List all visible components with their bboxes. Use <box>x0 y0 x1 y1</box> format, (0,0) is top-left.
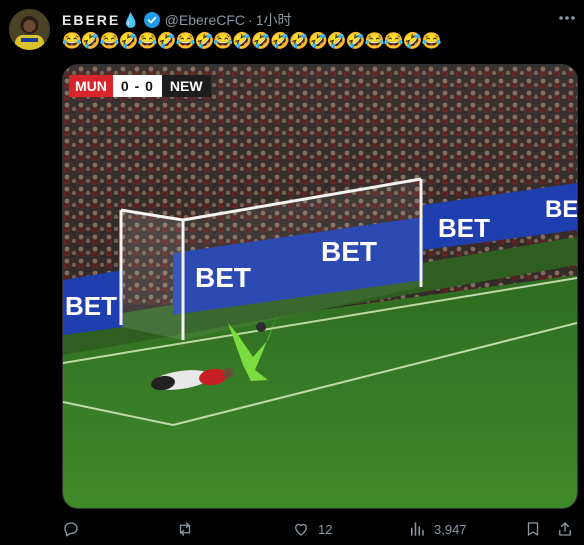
scoreboard-home: MUN <box>69 75 113 97</box>
scoreboard-score: 0 - 0 <box>112 75 162 97</box>
share-icon <box>559 522 571 536</box>
tweet-text: 😂🤣😂🤣😂🤣😂🤣😂🤣🤣🤣🤣🤣🤣🤣😂😂🤣😂 <box>62 33 441 50</box>
ad-board-2: BET <box>195 262 251 293</box>
separator: · <box>248 12 253 28</box>
handle[interactable]: @EbereCFC <box>165 12 245 28</box>
tweet-header: EBERE 💧 @EbereCFC · 1小时 <box>62 10 291 30</box>
more-icon[interactable] <box>556 8 578 28</box>
views-count: 3,947 <box>434 521 467 537</box>
reply-button[interactable] <box>62 514 88 544</box>
avatar[interactable] <box>9 9 50 50</box>
name-emoji: 💧 <box>122 11 140 28</box>
ad-board-4: BET <box>438 213 490 243</box>
scoreboard: MUN 0 - 0 NEW <box>69 75 211 97</box>
timestamp[interactable]: 1小时 <box>256 10 292 30</box>
ad-board-1: BET <box>65 291 117 321</box>
display-name[interactable]: EBERE <box>62 12 120 28</box>
tweet[interactable]: EBERE 💧 @EbereCFC · 1小时 😂🤣😂🤣😂🤣😂🤣😂🤣🤣🤣🤣🤣🤣🤣… <box>0 0 584 545</box>
media-video[interactable]: BET BET BET BET BET MUN 0 - 0 NEW <box>62 64 578 509</box>
retweet-icon <box>179 522 191 536</box>
action-bar: 12 3,947 <box>0 514 584 544</box>
scoreboard-away: NEW <box>161 75 211 97</box>
like-count: 12 <box>318 521 333 537</box>
reply-icon <box>64 522 78 537</box>
ad-board-5: BET <box>545 196 577 223</box>
bookmark-icon <box>527 522 539 536</box>
ad-board-3: BET <box>321 236 377 267</box>
views-button[interactable]: 3,947 <box>408 514 467 544</box>
share-button[interactable] <box>556 514 574 544</box>
retweet-button[interactable] <box>176 514 202 544</box>
bookmark-button[interactable] <box>524 514 542 544</box>
verified-badge-icon <box>143 12 160 28</box>
like-button[interactable]: 12 <box>292 514 332 544</box>
views-icon <box>411 522 424 536</box>
like-icon <box>295 523 307 536</box>
